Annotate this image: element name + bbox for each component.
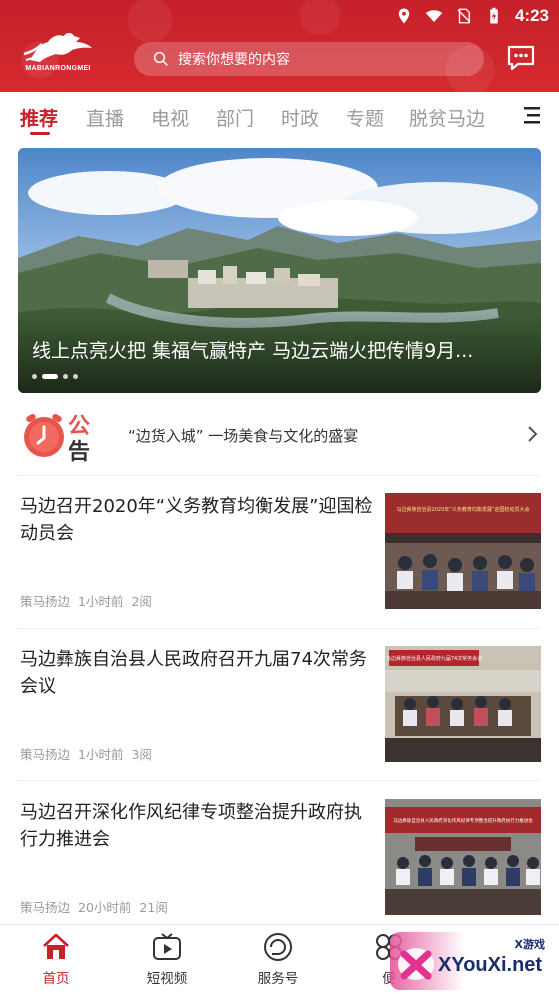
news-item[interactable]: 马边召开2020年“义务教育均衡发展”迎国检动员会 策马扬边 1小时前 2阅 马… bbox=[0, 493, 559, 633]
tab-department[interactable]: 部门 bbox=[216, 104, 254, 131]
site-watermark: X游戏 XYouXi.net bbox=[390, 932, 555, 990]
news-time: 1小时前 bbox=[78, 594, 124, 609]
category-tabs: 推荐 直播 电视 部门 时政 专题 脱贫马边 bbox=[0, 92, 559, 144]
search-bar[interactable]: 搜索你想要的内容 bbox=[134, 42, 484, 76]
news-thumbnail: 马边彝族自治县2020年“义务教育均衡发展”迎国检动员大会 bbox=[385, 493, 541, 609]
sim-off-icon bbox=[457, 8, 471, 24]
thumb-banner-text: 马边彝族自治县人民政府深化作风纪律专项整治提升政府执行力推进会 bbox=[393, 817, 533, 824]
watermark-tag: X游戏 bbox=[514, 938, 545, 951]
nav-home[interactable]: 首页 bbox=[11, 931, 101, 987]
tab-topics[interactable]: 专题 bbox=[346, 104, 384, 131]
app-logo[interactable]: MABIANRONGMEI bbox=[16, 30, 100, 80]
search-icon bbox=[153, 51, 168, 66]
watermark-site: XYouXi.net bbox=[438, 954, 543, 976]
announcement-bar[interactable]: 公 告 “边货入城” 一场美食与文化的盛宴 bbox=[0, 395, 559, 475]
featured-banner[interactable]: 线上点亮火把 集福气赢特产 马边云端火把传情9月... bbox=[18, 148, 541, 393]
nav-service-label: 服务号 bbox=[257, 971, 299, 987]
news-item[interactable]: 马边召开深化作风纪律专项整治提升政府执行力推进会 策马扬边 20小时前 21阅 … bbox=[0, 799, 559, 939]
tab-recommend[interactable]: 推荐 bbox=[20, 104, 58, 131]
announcement-label-2: 告 bbox=[68, 440, 90, 463]
thumb-banner-text: 马边彝族自治县2020年“义务教育均衡发展”迎国检动员大会 bbox=[397, 506, 530, 513]
app-header: 4:23 MABIANRONGMEI 搜索你想要的内容 bbox=[0, 0, 559, 92]
carousel-dot-active[interactable] bbox=[42, 374, 58, 379]
wifi-icon bbox=[425, 10, 443, 22]
news-title: 马边召开2020年“义务教育均衡发展”迎国检动员会 bbox=[20, 496, 373, 544]
tab-politics[interactable]: 时政 bbox=[281, 104, 319, 131]
divider bbox=[18, 475, 541, 476]
thumb-banner-text: 马边彝族自治县人民政府九届74次常务会议 bbox=[386, 655, 482, 662]
news-meta: 策马扬边 1小时前 2阅 bbox=[20, 591, 152, 610]
location-icon bbox=[398, 8, 410, 24]
menu-icon[interactable] bbox=[520, 105, 542, 125]
news-source: 策马扬边 bbox=[20, 747, 71, 762]
chevron-right-icon bbox=[528, 426, 538, 442]
banner-title: 线上点亮火把 集福气赢特产 马边云端火把传情9月... bbox=[32, 340, 474, 362]
news-title: 马边彝族自治县人民政府召开九届74次常务会议 bbox=[20, 649, 367, 697]
carousel-dot[interactable] bbox=[63, 374, 68, 379]
carousel-dot[interactable] bbox=[32, 374, 37, 379]
news-reads: 21阅 bbox=[139, 900, 168, 915]
news-source: 策马扬边 bbox=[20, 594, 71, 609]
news-time: 20小时前 bbox=[78, 900, 132, 915]
tab-poverty-alleviation[interactable]: 脱贫马边 bbox=[409, 104, 485, 131]
news-thumbnail: 马边彝族自治县人民政府九届74次常务会议 bbox=[385, 646, 541, 762]
horse-logo-icon bbox=[23, 33, 92, 62]
nav-short-video[interactable]: 短视频 bbox=[122, 931, 212, 987]
tab-live[interactable]: 直播 bbox=[86, 104, 124, 131]
search-placeholder: 搜索你想要的内容 bbox=[178, 52, 290, 68]
news-title: 马边召开深化作风纪律专项整治提升政府执行力推进会 bbox=[20, 802, 362, 850]
nav-short-video-label: 短视频 bbox=[146, 971, 188, 987]
logo-text: MABIANRONGMEI bbox=[25, 65, 91, 72]
battery-charging-icon bbox=[490, 7, 498, 24]
news-meta: 策马扬边 1小时前 3阅 bbox=[20, 744, 152, 763]
news-item[interactable]: 马边彝族自治县人民政府召开九届74次常务会议 策马扬边 1小时前 3阅 马边彝族… bbox=[0, 646, 559, 786]
news-reads: 3阅 bbox=[131, 747, 152, 762]
status-time: 4:23 bbox=[514, 6, 549, 25]
active-tab-indicator bbox=[30, 132, 50, 135]
announcement-label-1: 公 bbox=[68, 414, 90, 439]
news-source: 策马扬边 bbox=[20, 900, 71, 915]
nav-service[interactable]: 服务号 bbox=[233, 931, 323, 987]
news-meta: 策马扬边 20小时前 21阅 bbox=[20, 897, 168, 916]
announcement-clock-icon: 公 告 bbox=[24, 414, 90, 463]
divider bbox=[18, 628, 541, 629]
watermark-logo-icon bbox=[398, 948, 434, 980]
news-thumbnail: 马边彝族自治县人民政府深化作风纪律专项整治提升政府执行力推进会 bbox=[385, 799, 541, 915]
service-icon bbox=[264, 933, 292, 961]
nav-home-label: 首页 bbox=[42, 971, 70, 987]
news-time: 1小时前 bbox=[78, 747, 124, 762]
tab-tv[interactable]: 电视 bbox=[151, 104, 189, 131]
carousel-dot[interactable] bbox=[73, 374, 78, 379]
news-reads: 2阅 bbox=[131, 594, 152, 609]
chat-icon[interactable] bbox=[506, 44, 536, 72]
carousel-indicator bbox=[32, 374, 78, 379]
announcement-text: “边货入城” 一场美食与文化的盛宴 bbox=[128, 427, 359, 445]
status-bar: 4:23 bbox=[395, 4, 549, 28]
divider bbox=[18, 780, 541, 781]
home-icon bbox=[43, 933, 69, 959]
video-icon bbox=[153, 933, 181, 960]
